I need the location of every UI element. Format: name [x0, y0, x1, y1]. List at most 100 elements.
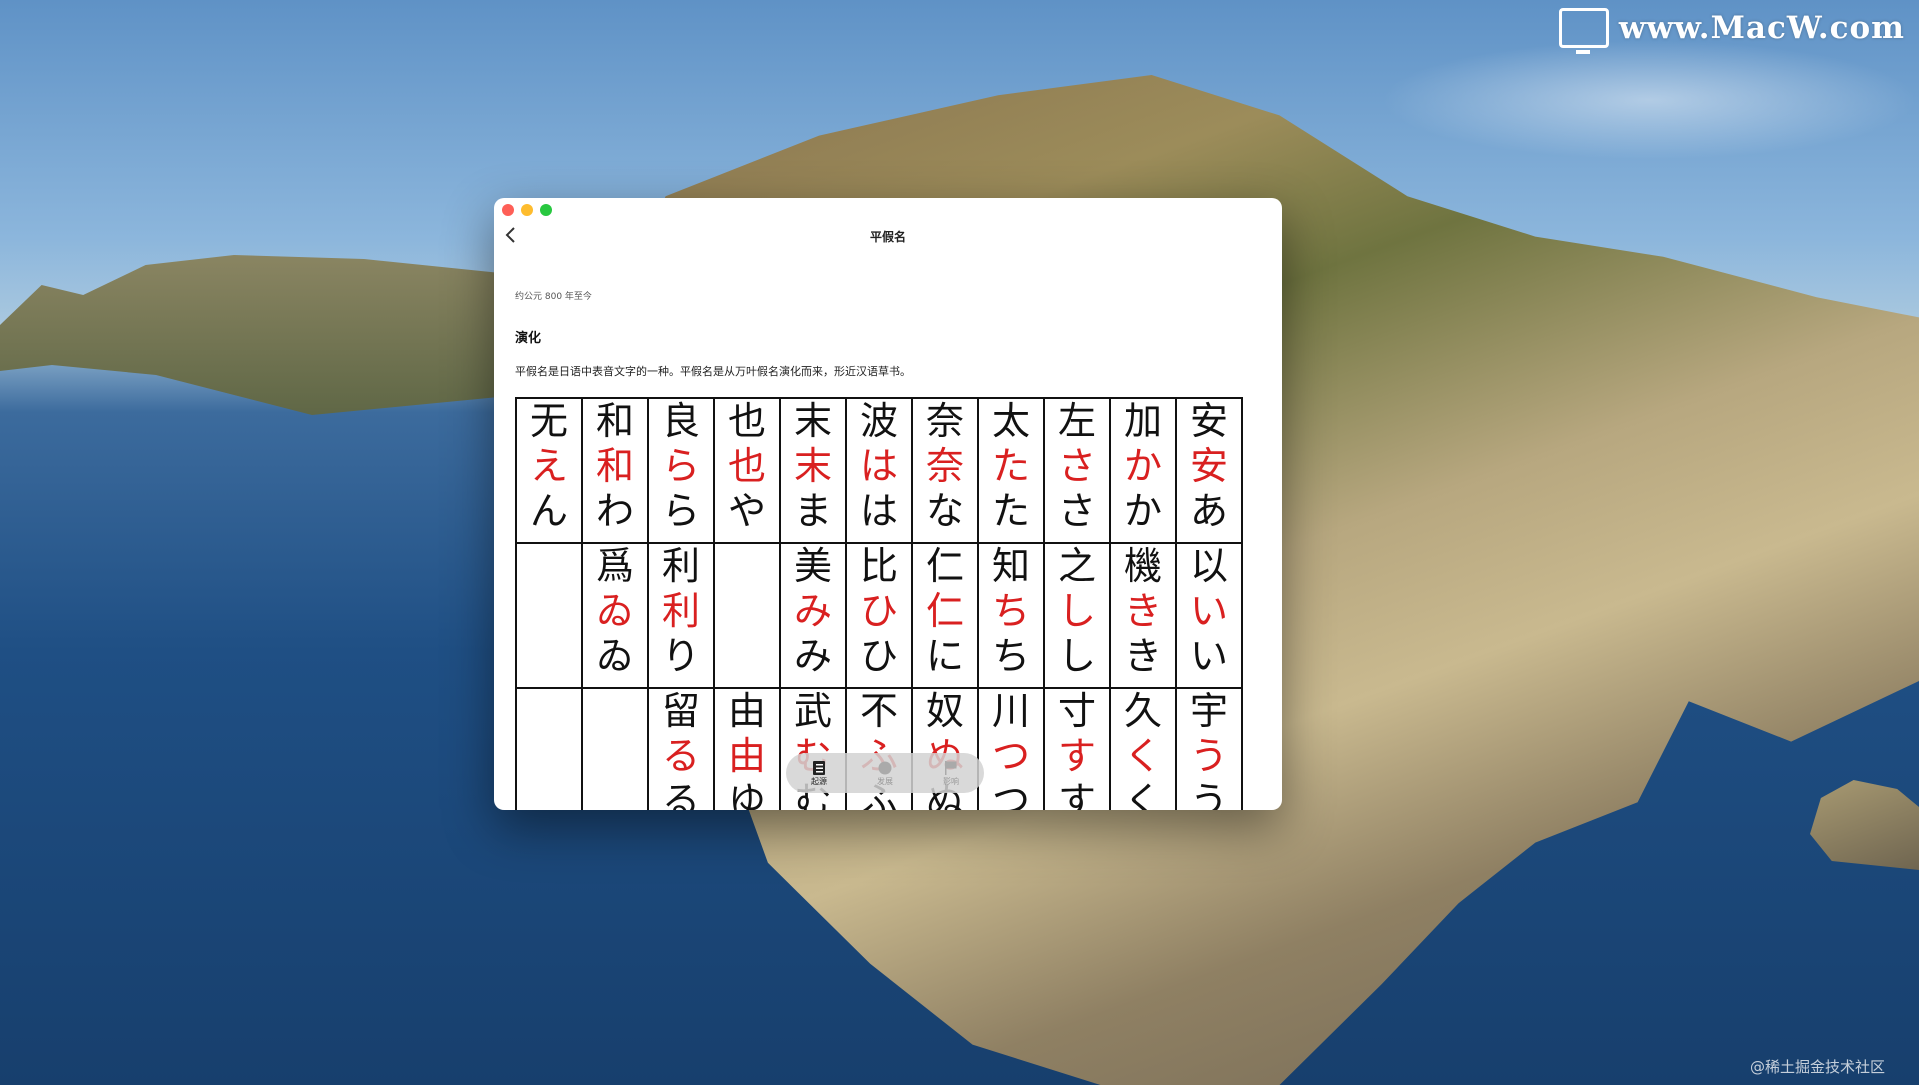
kana-cell: 以いい	[1175, 542, 1243, 689]
kanji-source: 宇	[1189, 689, 1228, 733]
kanji-source: 仁	[925, 544, 964, 588]
hiragana-form: い	[1189, 634, 1228, 678]
kanji-source: 留	[661, 689, 700, 733]
kanji-source: 爲	[595, 544, 634, 588]
table-row: 爲ゐゐ利利り美みみ比ひひ仁仁に知ちち之しし機きき以いい	[515, 542, 1243, 689]
cursive-form: ゐ	[595, 589, 634, 633]
cursive-form: え	[529, 444, 568, 488]
kanji-source: 和	[595, 399, 634, 443]
cursive-form: ひ	[859, 589, 898, 633]
bottom-tab-bar: 起源 发展 影响	[786, 753, 984, 793]
hiragana-form: わ	[595, 489, 634, 533]
kanji-source: 末	[793, 399, 832, 443]
kana-cell: 川つつ	[977, 687, 1045, 810]
kanji-source: 川	[991, 689, 1030, 733]
kanji-source: 武	[793, 689, 832, 733]
close-button[interactable]	[502, 204, 514, 216]
cursive-form: た	[991, 444, 1030, 488]
cursive-form: 末	[793, 444, 832, 488]
kana-cell	[713, 542, 781, 689]
kana-cell: 寸すす	[1043, 687, 1111, 810]
kanji-source: 也	[727, 399, 766, 443]
kanji-source: 不	[859, 689, 898, 733]
app-window: 平假名 约公元 800 年至今 演化 平假名是日语中表音文字的一种。平假名是从万…	[494, 198, 1282, 810]
cursive-form: る	[661, 734, 700, 778]
cursive-form: ち	[991, 589, 1030, 633]
cursive-form: し	[1057, 589, 1096, 633]
kana-cell: 左ささ	[1043, 397, 1111, 544]
sky-glow	[1380, 40, 1919, 160]
kanji-source: 之	[1057, 544, 1096, 588]
cursive-form: 利	[661, 589, 700, 633]
kana-cell: 仁仁に	[911, 542, 979, 689]
cursive-form: 仁	[925, 589, 964, 633]
cursive-form: す	[1057, 734, 1096, 778]
kanji-source: 奴	[925, 689, 964, 733]
tab-origin[interactable]: 起源	[811, 760, 827, 787]
kana-cell: 也也や	[713, 397, 781, 544]
hiragana-form: ゐ	[595, 634, 634, 678]
watermark-text: www.MacW.com	[1618, 10, 1905, 46]
kana-cell	[581, 687, 649, 810]
kana-cell: 良らら	[647, 397, 715, 544]
cursive-form: 安	[1189, 444, 1228, 488]
kana-table-scroll[interactable]: 无えん和和わ良らら也也や末末ま波はは奈奈な太たた左ささ加かか安安あ爲ゐゐ利利り美…	[515, 397, 1255, 810]
kanji-source: 安	[1189, 399, 1228, 443]
tab-development[interactable]: 发展	[877, 760, 893, 787]
kana-cell: 美みみ	[779, 542, 847, 689]
tab-development-label: 发展	[877, 776, 893, 786]
cursive-form: き	[1123, 589, 1162, 633]
kana-cell: 加かか	[1109, 397, 1177, 544]
hiragana-form: ゆ	[727, 779, 766, 810]
kana-cell	[515, 542, 583, 689]
kana-cell: 无えん	[515, 397, 583, 544]
kana-cell: 比ひひ	[845, 542, 913, 689]
minimize-button[interactable]	[521, 204, 533, 216]
hiragana-form: に	[925, 634, 964, 678]
cursive-form: さ	[1057, 444, 1096, 488]
page-title: 平假名	[869, 230, 906, 244]
tab-influence[interactable]: 影响	[943, 760, 959, 787]
cursive-form: つ	[991, 734, 1030, 778]
hiragana-form: や	[727, 489, 766, 533]
kanji-source: 寸	[1057, 689, 1096, 733]
zoom-button[interactable]	[540, 204, 552, 216]
kanji-source: 知	[991, 544, 1030, 588]
sea-rock	[1810, 780, 1919, 870]
cursive-form: く	[1123, 734, 1162, 778]
kanji-source: 比	[859, 544, 898, 588]
hiragana-form: か	[1123, 489, 1162, 533]
hiragana-form: ひ	[859, 634, 898, 678]
circle-icon	[878, 761, 892, 774]
hiragana-form: ま	[793, 489, 832, 533]
kana-cell	[515, 687, 583, 810]
cursive-form: 由	[727, 734, 766, 778]
kanji-source: 以	[1189, 544, 1228, 588]
kanji-source: 奈	[925, 399, 964, 443]
list-icon	[813, 760, 825, 775]
tab-influence-label: 影响	[943, 776, 959, 786]
hiragana-form: ら	[661, 489, 700, 533]
hiragana-form: た	[991, 489, 1030, 533]
hiragana-form: し	[1057, 634, 1096, 678]
watermark: www.MacW.com	[1558, 8, 1905, 54]
kana-cell: 知ちち	[977, 542, 1045, 689]
hiragana-form: ん	[529, 489, 568, 533]
kanji-source: 美	[793, 544, 832, 588]
flag-icon	[945, 760, 957, 775]
kana-cell: 太たた	[977, 397, 1045, 544]
hiragana-form: み	[793, 634, 832, 678]
kana-cell: 由由ゆ	[713, 687, 781, 810]
hiragana-form: つ	[991, 779, 1030, 810]
kana-cell: 奈奈な	[911, 397, 979, 544]
hiragana-form: あ	[1189, 489, 1228, 533]
kana-cell: 安安あ	[1175, 397, 1243, 544]
kanji-source: 機	[1123, 544, 1162, 588]
kanji-source: 左	[1057, 399, 1096, 443]
kanji-source: 利	[661, 544, 700, 588]
monitor-logo-icon	[1558, 8, 1609, 54]
kanji-source: 良	[661, 399, 700, 443]
hiragana-form: す	[1057, 779, 1096, 810]
kanji-source: 无	[529, 399, 568, 443]
kanji-source: 由	[727, 689, 766, 733]
